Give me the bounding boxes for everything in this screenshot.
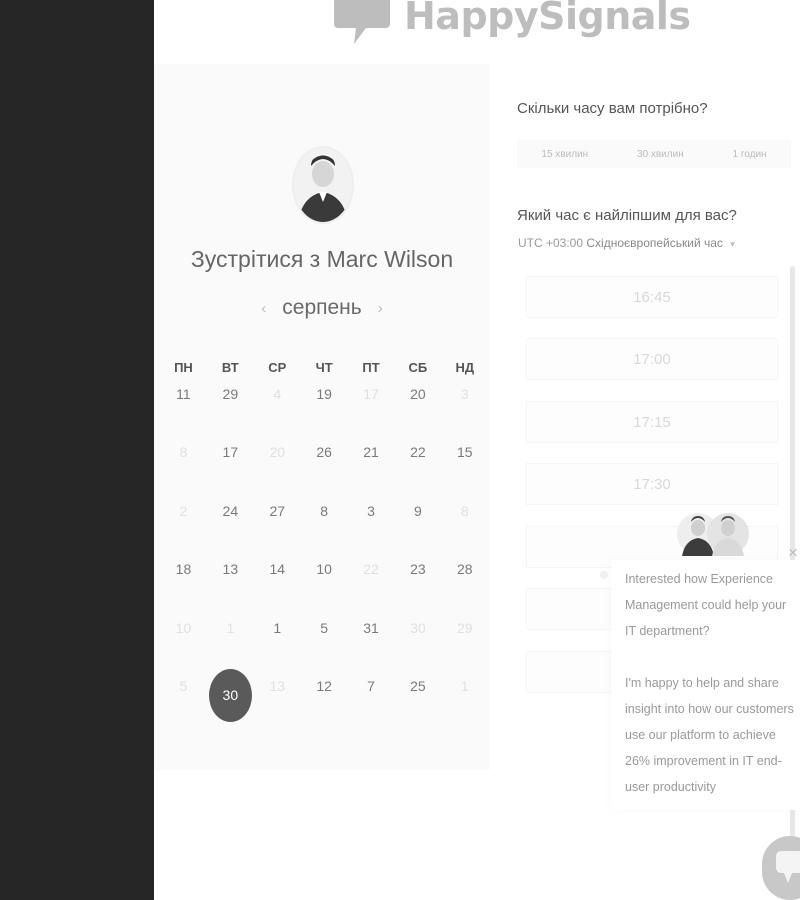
calendar-day: 8 — [179, 444, 188, 461]
host-name: Marc Wilson — [326, 246, 454, 272]
timezone-selector[interactable]: UTC +03:00 Східноєвропейський час ▾ — [518, 236, 735, 250]
next-month-icon[interactable]: › — [378, 300, 383, 317]
weekday-label: СР — [268, 360, 287, 375]
calendar-grid: 11 29 4 19 17 20 3 8 17 20 26 21 22 15 2 24 27 8 3 9 8 18 13 14… — [160, 380, 488, 730]
calendar-day[interactable]: 8 — [301, 497, 348, 555]
duration-option-60[interactable]: 1 годин — [733, 149, 767, 160]
timezone-name: Східноєвропейський час — [586, 236, 723, 250]
calendar-day[interactable]: 1 — [254, 614, 301, 672]
weekday-label: НД — [455, 360, 475, 375]
time-slot[interactable]: 17:00 — [527, 339, 777, 379]
duration-option-15[interactable]: 15 хвилин — [541, 149, 588, 160]
calendar-day[interactable]: 24 — [207, 497, 254, 555]
calendar-day[interactable]: 13 — [207, 555, 254, 613]
calendar-day: 20 — [269, 444, 286, 461]
calendar-day: 2 — [179, 502, 188, 519]
weekday-label: ВТ — [221, 360, 239, 375]
weekday-label: СБ — [408, 360, 428, 375]
calendar-day[interactable]: 23 — [394, 555, 441, 613]
calendar-day[interactable]: 27 — [254, 497, 301, 555]
calendar-day[interactable]: 21 — [348, 438, 395, 496]
calendar-day[interactable]: 22 — [394, 438, 441, 496]
weekday-label: ПТ — [362, 360, 380, 375]
chevron-down-icon: ▾ — [730, 239, 735, 249]
calendar-day[interactable]: 11 — [160, 380, 207, 438]
time-slot[interactable]: 16:45 — [527, 277, 777, 317]
calendar-day: 5 — [179, 677, 188, 694]
host-avatar — [292, 146, 354, 224]
calendar-day[interactable]: 10 — [301, 555, 348, 613]
calendar-day: 22 — [363, 561, 379, 578]
chat-agent-avatars — [676, 508, 750, 560]
calendar-day: 1 — [460, 677, 469, 694]
calendar-day: 29 — [457, 619, 473, 636]
weekday-label: ПН — [174, 360, 193, 375]
calendar-day[interactable]: 12 — [301, 672, 348, 730]
chat-indicator — [600, 571, 608, 579]
calendar-day[interactable]: 20 — [394, 380, 441, 438]
weekday-label: ЧТ — [315, 360, 333, 375]
brand-name: HappySignals — [404, 0, 691, 38]
duration-option-30[interactable]: 30 хвилин — [637, 149, 684, 160]
chat-bubble-icon — [776, 851, 800, 883]
calendar-day[interactable]: 28 — [441, 555, 488, 613]
calendar-day[interactable]: 31 — [348, 614, 395, 672]
calendar-day[interactable]: 3 — [348, 497, 395, 555]
month-label: серпень — [282, 296, 362, 319]
calendar-day: 8 — [460, 502, 469, 519]
calendar-day: 4 — [273, 386, 282, 402]
calendar-day: 10 — [175, 619, 192, 636]
calendar-day[interactable]: 15 — [441, 438, 488, 496]
calendar-day[interactable]: 14 — [254, 555, 301, 613]
meet-prefix: Зустрітися з — [190, 246, 321, 272]
calendar-day[interactable]: 29 — [207, 380, 254, 438]
calendar-day[interactable]: 25 — [394, 672, 441, 730]
duration-options: 15 хвилин 30 хвилин 1 годин — [517, 140, 791, 168]
calendar-day[interactable]: 26 — [301, 438, 348, 496]
calendar-day: 30 — [410, 619, 426, 636]
close-icon[interactable]: × — [788, 543, 798, 563]
time-slot[interactable]: 17:15 — [527, 402, 777, 442]
calendar-day[interactable]: 9 — [394, 497, 441, 555]
chat-message: Interested how Experience Management cou… — [625, 566, 800, 800]
calendar-day-selected[interactable]: 30 — [207, 668, 254, 730]
duration-question: Скільки часу вам потрібно? — [517, 100, 708, 117]
chat-message-intro: Interested how Experience Management cou… — [625, 572, 787, 638]
weekday-header: ПН ВТ СР ЧТ ПТ СБ НД — [160, 360, 488, 375]
meet-heading: Зустрітися з Marc Wilson — [154, 246, 490, 273]
timezone-offset: UTC +03:00 — [518, 236, 584, 250]
calendar-day[interactable]: 17 — [207, 438, 254, 496]
left-dark-backdrop — [0, 0, 154, 900]
calendar-day[interactable]: 18 — [160, 555, 207, 613]
time-question: Який час є найліпшим для вас? — [517, 207, 737, 224]
calendar-day: 17 — [363, 386, 379, 402]
calendar-day[interactable]: 19 — [301, 380, 348, 438]
time-slot[interactable]: 17:30 — [527, 464, 777, 504]
calendar-day[interactable]: 5 — [301, 614, 348, 672]
prev-month-icon[interactable]: ‹ — [261, 300, 266, 317]
calendar-day: 3 — [460, 386, 469, 402]
brand-logo: HappySignals — [332, 0, 691, 46]
speech-bubble-logo-icon — [334, 0, 390, 44]
calendar-day[interactable]: 7 — [348, 672, 395, 730]
chat-message-body: I'm happy to help and share insight into… — [625, 676, 794, 794]
calendar-day: 1 — [226, 619, 235, 636]
month-navigator: ‹ серпень › — [154, 296, 490, 320]
calendar-day-label: 30 — [208, 668, 252, 722]
calendar-day: 13 — [269, 677, 286, 694]
person-portrait-icon — [294, 148, 352, 222]
agents-avatar-icon — [677, 513, 749, 556]
